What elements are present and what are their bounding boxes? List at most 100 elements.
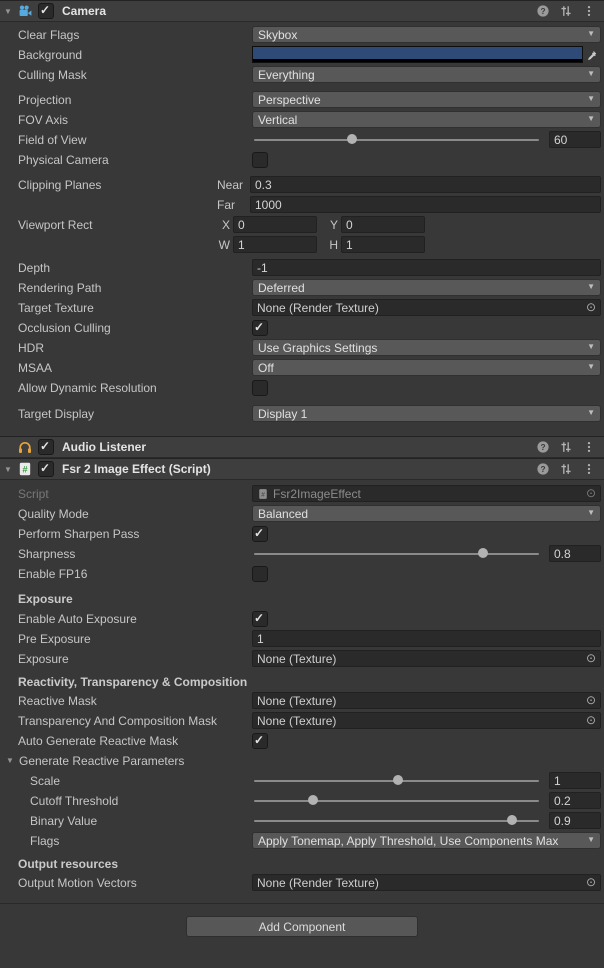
- scale-slider[interactable]: [252, 772, 541, 789]
- depth-input[interactable]: -1: [252, 259, 601, 276]
- field-of-view-input[interactable]: 60: [549, 131, 601, 148]
- slider-handle[interactable]: [393, 775, 403, 785]
- occlusion-culling-checkbox[interactable]: ✓: [252, 320, 268, 336]
- slider-handle[interactable]: [308, 795, 318, 805]
- cutoff-threshold-input[interactable]: 0.2: [549, 792, 601, 809]
- target-texture-field[interactable]: None (Render Texture) ⊙: [252, 299, 601, 316]
- far-plane-input[interactable]: 1000: [250, 196, 601, 213]
- dropdown-value: Everything: [258, 68, 583, 82]
- row-scale: Scale 1: [0, 772, 601, 789]
- output-motion-vectors-field[interactable]: None (Render Texture) ⊙: [252, 874, 601, 891]
- add-component-button[interactable]: Add Component: [186, 916, 418, 937]
- object-picker-icon[interactable]: ⊙: [586, 651, 596, 666]
- script-field[interactable]: # Fsr2ImageEffect ⊙: [252, 485, 601, 502]
- object-picker-icon[interactable]: ⊙: [586, 875, 596, 890]
- enable-fp16-checkbox[interactable]: ✓: [252, 566, 268, 582]
- projection-dropdown[interactable]: Perspective ▼: [252, 91, 601, 108]
- help-icon[interactable]: ?: [536, 4, 550, 18]
- slider-handle[interactable]: [347, 134, 357, 144]
- row-fov-axis: FOV Axis Vertical ▼: [0, 111, 601, 128]
- svg-text:?: ?: [540, 442, 545, 452]
- audio-listener-enabled-checkbox[interactable]: ✓: [38, 439, 54, 455]
- reactive-mask-field[interactable]: None (Texture) ⊙: [252, 692, 601, 709]
- row-viewport-wh: W 1 H 1: [0, 236, 601, 253]
- row-target-texture: Target Texture None (Render Texture) ⊙: [0, 299, 601, 316]
- component-title: Audio Listener: [62, 440, 536, 454]
- fsr2-enabled-checkbox[interactable]: ✓: [38, 461, 54, 477]
- dropdown-value: Deferred: [258, 281, 583, 295]
- object-picker-icon[interactable]: ⊙: [586, 300, 596, 315]
- quality-mode-dropdown[interactable]: Balanced ▼: [252, 505, 601, 522]
- binary-value-input[interactable]: 0.9: [549, 812, 601, 829]
- help-icon[interactable]: ?: [536, 462, 550, 476]
- exposure-field[interactable]: None (Texture) ⊙: [252, 650, 601, 667]
- presets-icon[interactable]: [559, 462, 573, 476]
- sharpness-input[interactable]: 0.8: [549, 545, 601, 562]
- flags-dropdown[interactable]: Apply Tonemap, Apply Threshold, Use Comp…: [252, 832, 601, 849]
- scale-input[interactable]: 1: [549, 772, 601, 789]
- field-of-view-slider[interactable]: [252, 131, 541, 148]
- viewport-w-input[interactable]: 1: [233, 236, 317, 253]
- fov-axis-dropdown[interactable]: Vertical ▼: [252, 111, 601, 128]
- script-asset-icon: #: [257, 488, 269, 500]
- presets-icon[interactable]: [559, 4, 573, 18]
- object-picker-icon[interactable]: ⊙: [586, 713, 596, 728]
- far-label: Far: [217, 198, 250, 212]
- row-transparency-mask: Transparency And Composition Mask None (…: [0, 712, 601, 729]
- perform-sharpen-pass-checkbox[interactable]: ✓: [252, 526, 268, 542]
- chevron-down-icon: ▼: [587, 508, 595, 517]
- slider-handle[interactable]: [507, 815, 517, 825]
- auto-generate-reactive-mask-checkbox[interactable]: ✓: [252, 733, 268, 749]
- sharpness-label: Sharpness: [18, 547, 252, 561]
- viewport-x-input[interactable]: 0: [233, 216, 317, 233]
- background-label: Background: [18, 48, 252, 62]
- allow-dynamic-resolution-checkbox[interactable]: ✓: [252, 380, 268, 396]
- culling-mask-dropdown[interactable]: Everything ▼: [252, 66, 601, 83]
- eyedropper-icon[interactable]: [583, 49, 601, 61]
- kebab-menu-icon[interactable]: [582, 440, 596, 454]
- projection-label: Projection: [18, 93, 252, 107]
- kebab-menu-icon[interactable]: [582, 462, 596, 476]
- clear-flags-dropdown[interactable]: Skybox ▼: [252, 26, 601, 43]
- row-physical-camera: Physical Camera ✓: [0, 151, 601, 168]
- near-plane-input[interactable]: 0.3: [250, 176, 601, 193]
- object-picker-icon[interactable]: ⊙: [586, 486, 596, 501]
- field-value: 60: [554, 133, 567, 147]
- foldout-arrow-icon[interactable]: ▼: [4, 465, 17, 474]
- transparency-mask-field[interactable]: None (Texture) ⊙: [252, 712, 601, 729]
- foldout-arrow-icon[interactable]: ▼: [4, 7, 17, 16]
- msaa-dropdown[interactable]: Off ▼: [252, 359, 601, 376]
- object-value: None (Render Texture): [257, 876, 379, 890]
- foldout-arrow-icon[interactable]: ▼: [6, 756, 19, 765]
- help-icon[interactable]: ?: [536, 440, 550, 454]
- auto-generate-reactive-mask-label: Auto Generate Reactive Mask: [18, 734, 252, 748]
- viewport-y-input[interactable]: 0: [341, 216, 425, 233]
- rendering-path-dropdown[interactable]: Deferred ▼: [252, 279, 601, 296]
- camera-enabled-checkbox[interactable]: ✓: [38, 3, 54, 19]
- sharpness-slider[interactable]: [252, 545, 541, 562]
- hdr-dropdown[interactable]: Use Graphics Settings ▼: [252, 339, 601, 356]
- presets-icon[interactable]: [559, 440, 573, 454]
- target-display-dropdown[interactable]: Display 1 ▼: [252, 405, 601, 422]
- binary-value-slider[interactable]: [252, 812, 541, 829]
- generate-reactive-parameters-label[interactable]: Generate Reactive Parameters: [19, 754, 184, 768]
- depth-label: Depth: [18, 261, 252, 275]
- background-color-swatch[interactable]: [252, 46, 583, 63]
- object-picker-icon[interactable]: ⊙: [586, 693, 596, 708]
- object-value: Fsr2ImageEffect: [273, 487, 361, 501]
- physical-camera-checkbox[interactable]: ✓: [252, 152, 268, 168]
- occlusion-culling-label: Occlusion Culling: [18, 321, 252, 335]
- dropdown-value: Apply Tonemap, Apply Threshold, Use Comp…: [258, 834, 583, 848]
- fsr2-component-body: Script # Fsr2ImageEffect ⊙ Quality Mode …: [0, 480, 604, 903]
- viewport-h-input[interactable]: 1: [341, 236, 425, 253]
- hdr-label: HDR: [18, 341, 252, 355]
- cutoff-threshold-slider[interactable]: [252, 792, 541, 809]
- field-value: 1000: [255, 198, 282, 212]
- output-section-header: Output resources: [0, 857, 604, 871]
- pre-exposure-input[interactable]: 1: [252, 630, 601, 647]
- chevron-down-icon: ▼: [587, 835, 595, 844]
- slider-handle[interactable]: [478, 548, 488, 558]
- enable-auto-exposure-checkbox[interactable]: ✓: [252, 611, 268, 627]
- slider-track: [254, 553, 539, 555]
- kebab-menu-icon[interactable]: [582, 4, 596, 18]
